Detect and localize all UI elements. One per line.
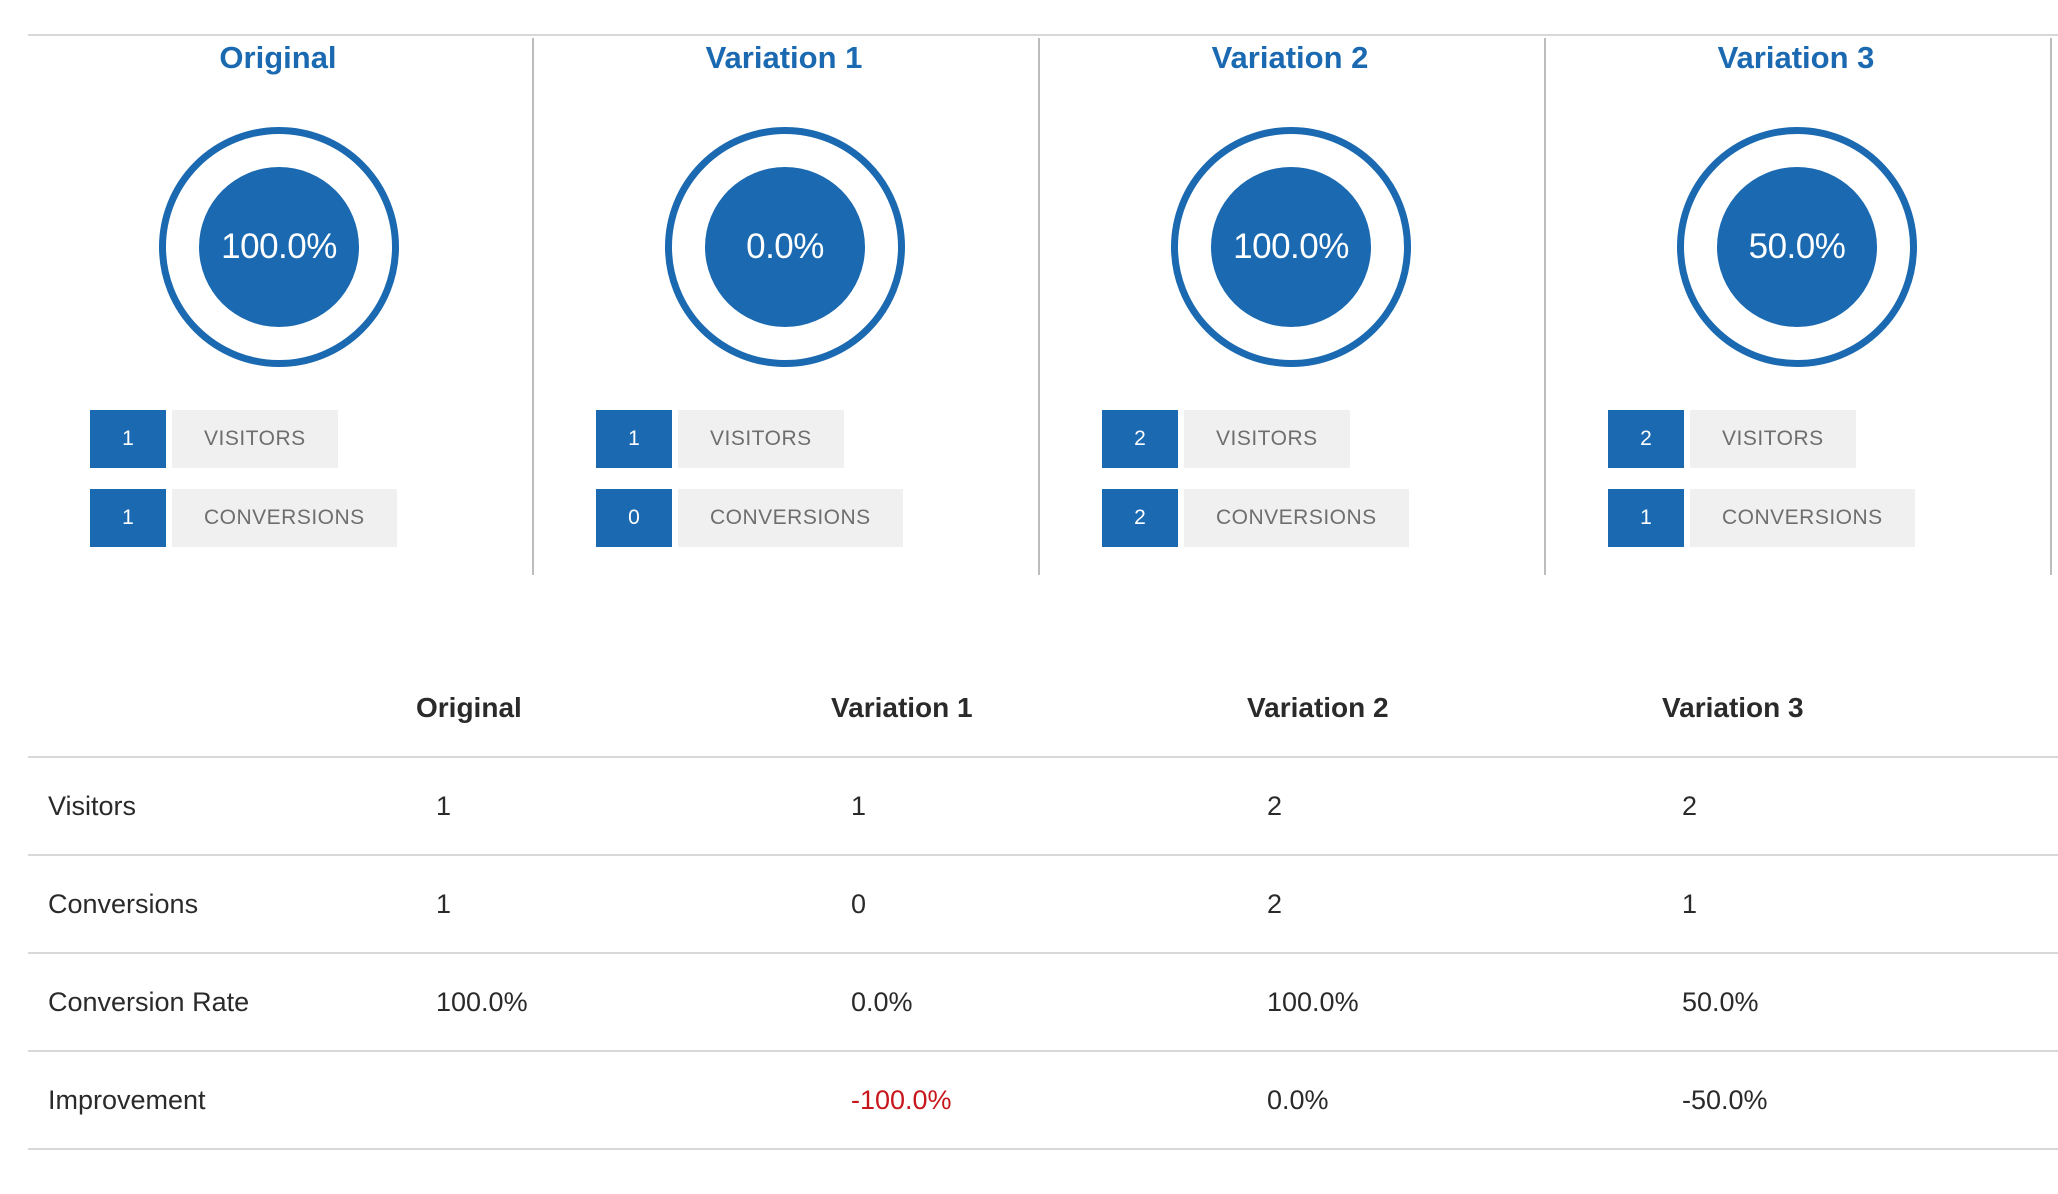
table-cell: 2: [1662, 757, 2058, 856]
conversions-count: 2: [1102, 489, 1178, 547]
visitors-count: 1: [90, 410, 166, 468]
conversion-rate-ring: 100.0%: [1171, 127, 1411, 367]
table-cell: 2: [1247, 855, 1662, 954]
conversions-label: CONVERSIONS: [678, 489, 903, 547]
conversions-stat: 1 CONVERSIONS: [1608, 489, 1915, 547]
conversion-rate-value: 100.0%: [1211, 167, 1371, 327]
conversions-label: CONVERSIONS: [172, 489, 397, 547]
visitors-stat: 1 VISITORS: [596, 410, 844, 468]
panel-title: Original: [219, 40, 337, 75]
visitors-count: 1: [596, 410, 672, 468]
header-variation-2: Variation 2: [1247, 660, 1662, 758]
conversions-count: 0: [596, 489, 672, 547]
visitors-count: 2: [1102, 410, 1178, 468]
results-table: Original Variation 1 Variation 2 Variati…: [28, 660, 2058, 1150]
header-variation-1: Variation 1: [831, 660, 1247, 758]
table-cell: 100.0%: [416, 953, 831, 1052]
panel-title: Variation 3: [1717, 40, 1875, 75]
visitors-label: VISITORS: [678, 410, 844, 468]
visitors-stat: 2 VISITORS: [1102, 410, 1350, 468]
panel-title: Variation 2: [1211, 40, 1369, 75]
conversion-rate-ring: 0.0%: [665, 127, 905, 367]
visitors-label: VISITORS: [1184, 410, 1350, 468]
conversion-rate-value: 50.0%: [1717, 167, 1877, 327]
table-cell: -50.0%: [1662, 1051, 2058, 1150]
table-row: Visitors 1 1 2 2: [28, 757, 2058, 856]
conversions-stat: 1 CONVERSIONS: [90, 489, 397, 547]
header-empty: [28, 660, 416, 758]
conversions-label: CONVERSIONS: [1690, 489, 1915, 547]
header-original: Original: [416, 660, 831, 758]
conversions-count: 1: [1608, 489, 1684, 547]
row-label: Conversion Rate: [28, 953, 416, 1052]
visitors-stat: 2 VISITORS: [1608, 410, 1856, 468]
table-cell: 1: [416, 757, 831, 856]
variation-panel-variation-3: Variation 3 50.0% 2 VISITORS 1 CONVERSIO…: [1546, 38, 2052, 575]
conversion-rate-value: 0.0%: [705, 167, 865, 327]
panel-divider: [2050, 38, 2052, 575]
row-label: Improvement: [28, 1051, 416, 1150]
table-header-row: Original Variation 1 Variation 2 Variati…: [28, 660, 2058, 758]
conversion-rate-ring: 50.0%: [1677, 127, 1917, 367]
variation-panel-original: Original 100.0% 1 VISITORS 1 CONVERSIONS: [28, 38, 534, 575]
table-cell: -100.0%: [831, 1051, 1247, 1150]
panel-title: Variation 1: [705, 40, 863, 75]
variation-panel-variation-2: Variation 2 100.0% 2 VISITORS 2 CONVERSI…: [1040, 38, 1546, 575]
table-cell: 0: [831, 855, 1247, 954]
conversions-label: CONVERSIONS: [1184, 489, 1409, 547]
variation-panels: Original 100.0% 1 VISITORS 1 CONVERSIONS…: [28, 34, 2058, 576]
visitors-label: VISITORS: [172, 410, 338, 468]
visitors-stat: 1 VISITORS: [90, 410, 338, 468]
table-row: Improvement -100.0% 0.0% -50.0%: [28, 1051, 2058, 1150]
table-cell: 1: [1662, 855, 2058, 954]
table-cell: 0.0%: [1247, 1051, 1662, 1150]
visitors-count: 2: [1608, 410, 1684, 468]
table-cell: 1: [831, 757, 1247, 856]
table-row: Conversion Rate 100.0% 0.0% 100.0% 50.0%: [28, 953, 2058, 1052]
conversions-stat: 0 CONVERSIONS: [596, 489, 903, 547]
conversion-rate-value: 100.0%: [199, 167, 359, 327]
table-cell: [416, 1051, 831, 1150]
table-cell: 2: [1247, 757, 1662, 856]
visitors-label: VISITORS: [1690, 410, 1856, 468]
table-cell: 50.0%: [1662, 953, 2058, 1052]
row-label: Conversions: [28, 855, 416, 954]
table-cell: 100.0%: [1247, 953, 1662, 1052]
table-cell: 0.0%: [831, 953, 1247, 1052]
header-variation-3: Variation 3: [1662, 660, 2058, 758]
variation-panel-variation-1: Variation 1 0.0% 1 VISITORS 0 CONVERSION…: [534, 38, 1040, 575]
table-row: Conversions 1 0 2 1: [28, 855, 2058, 954]
table-cell: 1: [416, 855, 831, 954]
conversion-rate-ring: 100.0%: [159, 127, 399, 367]
row-label: Visitors: [28, 757, 416, 856]
conversions-stat: 2 CONVERSIONS: [1102, 489, 1409, 547]
conversions-count: 1: [90, 489, 166, 547]
